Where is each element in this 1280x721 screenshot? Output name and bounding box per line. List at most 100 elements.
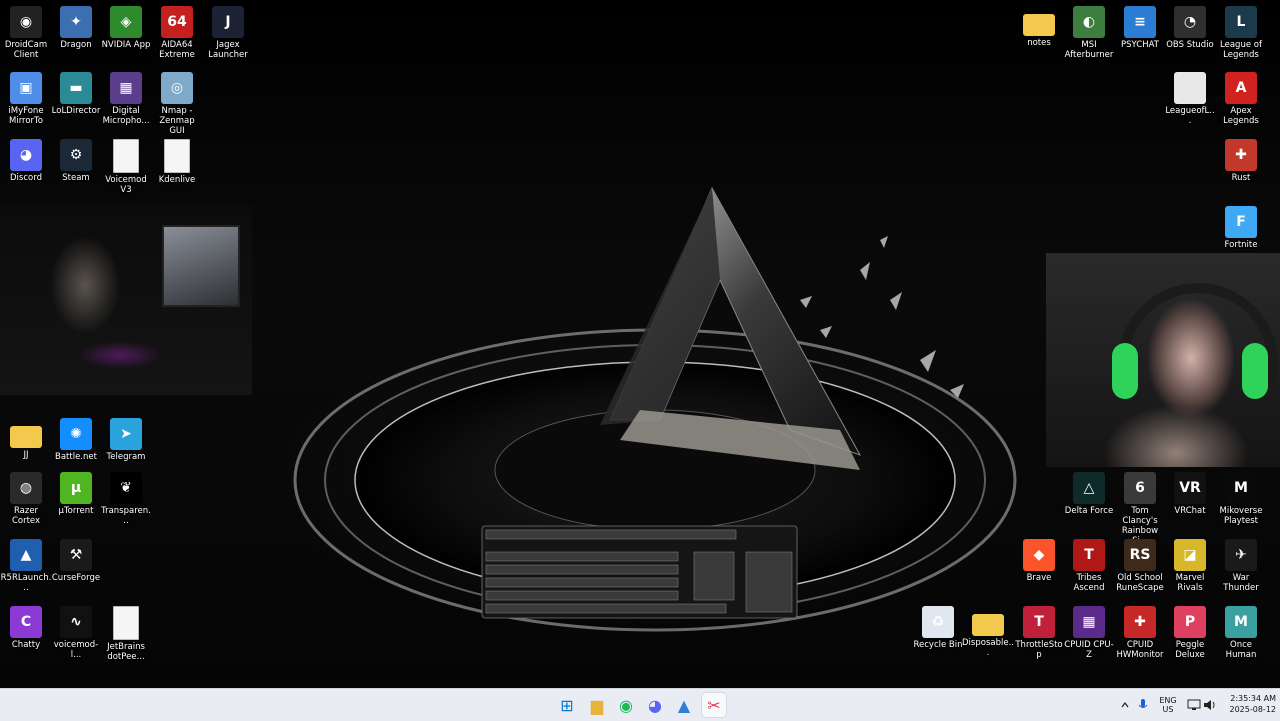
apex-icon: A	[1225, 72, 1257, 104]
photos-icon[interactable]: ▲	[672, 693, 696, 717]
desktop-icon-r5rlaunch[interactable]: ▲ R5RLaunch...	[0, 539, 52, 593]
folder-icon	[1023, 14, 1055, 36]
dragon-icon: ✦	[60, 6, 92, 38]
desktop-icon-rust[interactable]: ✚ Rust	[1215, 139, 1267, 183]
desktop-icon-marvel-rivals[interactable]: ◪ Marvel Rivals	[1164, 539, 1216, 593]
file-icon	[113, 606, 139, 640]
desktop-icon-label: Dragon	[60, 40, 92, 50]
hwmonitor-icon: ✚	[1124, 606, 1156, 638]
language-label: ENG	[1159, 696, 1177, 705]
file-explorer-icon-glyph: ▆	[590, 695, 604, 715]
nvidia-icon: ◈	[110, 6, 142, 38]
desktop-icon-droidcam-client[interactable]: ◉ DroidCam Client	[0, 6, 52, 60]
desktop-icon-transparen[interactable]: ❦ Transparen...	[100, 472, 152, 526]
desktop-icon-war-thunder[interactable]: ✈ War Thunder	[1215, 539, 1267, 593]
desktop-icon-old-school-runescape[interactable]: RS Old School RuneScape	[1114, 539, 1166, 593]
desktop-icon-imyfone-mirrorto[interactable]: ▣ iMyFone MirrorTo	[0, 72, 52, 126]
desktop-icon-label: ThrottleStop	[1015, 640, 1063, 660]
desktop-icon-label: LoLDirector	[51, 106, 101, 116]
nmap-icon: ◎	[161, 72, 193, 104]
desktop-icon-label: OBS Studio	[1166, 40, 1214, 50]
desktop-icon-torrent[interactable]: µ µTorrent	[50, 472, 102, 516]
discord-taskbar-icon-glyph: ◕	[648, 695, 662, 715]
desktop-icon-label: Telegram	[106, 452, 146, 462]
desktop-icon-vrchat[interactable]: VR VRChat	[1164, 472, 1216, 516]
cpuz-icon: ▦	[1073, 606, 1105, 638]
desktop-icon-discord[interactable]: ◕ Discord	[0, 139, 52, 183]
r5r-icon: ▲	[10, 539, 42, 571]
desktop-icon-telegram[interactable]: ➤ Telegram	[100, 418, 152, 462]
desktop-icon-voicemod-v3[interactable]: Voicemod V3	[100, 139, 152, 195]
desktop-icon-throttlestop[interactable]: T ThrottleStop	[1013, 606, 1065, 660]
desktop-icon-tom-clancy-s-rainbow-si[interactable]: 6Tom Clancy's Rainbow Si...	[1114, 472, 1166, 546]
desktop-icon-apex-legends[interactable]: A Apex Legends	[1215, 72, 1267, 126]
desktop: ◉ DroidCam Client ✦ Dragon ◈ NVIDIA App 64 AIDA…	[0, 0, 1280, 688]
desktop-icon-chatty[interactable]: C Chatty	[0, 606, 52, 650]
desktop-icon-disposable[interactable]: Disposable...	[962, 606, 1014, 658]
desktop-icon-obs-studio[interactable]: ◔ OBS Studio	[1164, 6, 1216, 50]
desktop-icon-jetbrains-dotpee[interactable]: JetBrains dotPee...	[100, 606, 152, 662]
webcam-overlay-room	[0, 205, 252, 395]
desktop-icon-msi-afterburner[interactable]: ◐ MSI Afterburner	[1063, 6, 1115, 60]
desktop-icon-jj[interactable]: JJ	[0, 418, 52, 460]
desktop-icon-nmap-zenmap-gui[interactable]: ◎ Nmap - Zenmap GUI	[151, 72, 203, 136]
desktop-icon-once-human[interactable]: M Once Human	[1215, 606, 1267, 660]
desktop-icon-label: Battle.net	[55, 452, 97, 462]
desktop-icon-mikoverse-playtest[interactable]: M Mikoverse Playtest	[1215, 472, 1267, 526]
desktop-icon-razer-cortex[interactable]: ◍ Razer Cortex	[0, 472, 52, 526]
desktop-icon-label: voicemod-l...	[53, 640, 99, 660]
desktop-icon-recycle-bin[interactable]: ♻ Recycle Bin	[912, 606, 964, 650]
desktop-icon-league-of-legends[interactable]: L League of Legends	[1215, 6, 1267, 60]
desktop-icon-cpuid-cpu-z[interactable]: ▦ CPUID CPU-Z	[1063, 606, 1115, 660]
curseforge-icon: ⚒	[60, 539, 92, 571]
imyfone-icon: ▣	[10, 72, 42, 104]
desktop-icon-label: LeagueofL...	[1165, 106, 1215, 126]
msi-afterburner-icon: ◐	[1073, 6, 1105, 38]
desktop-icon-kdenlive[interactable]: Kdenlive	[151, 139, 203, 185]
desktop-icon-notes[interactable]: notes	[1013, 6, 1065, 48]
desktop-icon-delta-force[interactable]: △ Delta Force	[1063, 472, 1115, 516]
desktop-icon-leagueofl[interactable]: LeagueofL...	[1164, 72, 1216, 126]
desktop-icon-peggle-deluxe[interactable]: P Peggle Deluxe	[1164, 606, 1216, 660]
desktop-icon-loldirector[interactable]: ▬ LoLDirector	[50, 72, 102, 116]
desktop-icon-label: Kdenlive	[158, 175, 196, 185]
desktop-icon-steam[interactable]: ⚙ Steam	[50, 139, 102, 183]
desktop-icon-digital-micropho[interactable]: ▦ Digital Micropho...	[100, 72, 152, 126]
desktop-icon-label: Recycle Bin	[913, 640, 963, 650]
file-explorer-icon[interactable]: ▆	[585, 693, 609, 717]
telegram-icon: ➤	[110, 418, 142, 450]
desktop-icon-dragon[interactable]: ✦ Dragon	[50, 6, 102, 50]
language-indicator[interactable]: ENG US	[1154, 696, 1182, 714]
desktop-icon-curseforge[interactable]: ⚒ CurseForge	[50, 539, 102, 583]
razer-cortex-icon: ◍	[10, 472, 42, 504]
desktop-icon-tribes-ascend[interactable]: T Tribes Ascend	[1063, 539, 1115, 593]
desktop-icon-label: AIDA64 Extreme	[159, 40, 195, 60]
desktop-icon-voicemod-l[interactable]: ∿ voicemod-l...	[50, 606, 102, 660]
desktop-icon-nvidia-app[interactable]: ◈ NVIDIA App	[100, 6, 152, 50]
clock-date: 2025-08-12	[1229, 705, 1277, 714]
voicemod-icon: ∿	[60, 606, 92, 638]
utorrent-icon: µ	[60, 472, 92, 504]
desktop-icon-aida64-extreme[interactable]: 64 AIDA64 Extreme	[151, 6, 203, 60]
desktop-icon-label: µTorrent	[58, 506, 94, 516]
discord-taskbar-icon[interactable]: ◕	[643, 693, 667, 717]
microphone-icon[interactable]	[1131, 693, 1155, 717]
desktop-icon-brave[interactable]: ◆ Brave	[1013, 539, 1065, 583]
delta-force-icon: △	[1073, 472, 1105, 504]
desktop-icon-label: Jagex Launcher	[208, 40, 248, 60]
start-button[interactable]: ⊞	[555, 693, 579, 717]
desktop-icon-label: CPUID HWMonitor	[1116, 640, 1164, 660]
desktop-icon-label: NVIDIA App	[101, 40, 151, 50]
desktop-icon-jagex-launcher[interactable]: J Jagex Launcher	[202, 6, 254, 60]
desktop-icon-battle-net[interactable]: ✺ Battle.net	[50, 418, 102, 462]
clock[interactable]: 2:35:34 AM 2025-08-12	[1218, 694, 1277, 714]
snipping-tool-icon[interactable]: ✂	[702, 693, 726, 717]
brave-icon: ◆	[1023, 539, 1055, 571]
spotify-icon[interactable]: ◉	[614, 693, 638, 717]
desktop-icon-psychat[interactable]: ≡ PSYCHAT	[1114, 6, 1166, 50]
desktop-icon-fortnite[interactable]: F Fortnite	[1215, 206, 1267, 250]
marvel-rivals-icon: ◪	[1174, 539, 1206, 571]
peggle-icon: P	[1174, 606, 1206, 638]
taskbar: ⊞ ▆ ◉ ◕ ▲ ✂ ENG US 2:35:34 AM 2025-08-12	[0, 688, 1280, 721]
desktop-icon-cpuid-hwmonitor[interactable]: ✚ CPUID HWMonitor	[1114, 606, 1166, 660]
